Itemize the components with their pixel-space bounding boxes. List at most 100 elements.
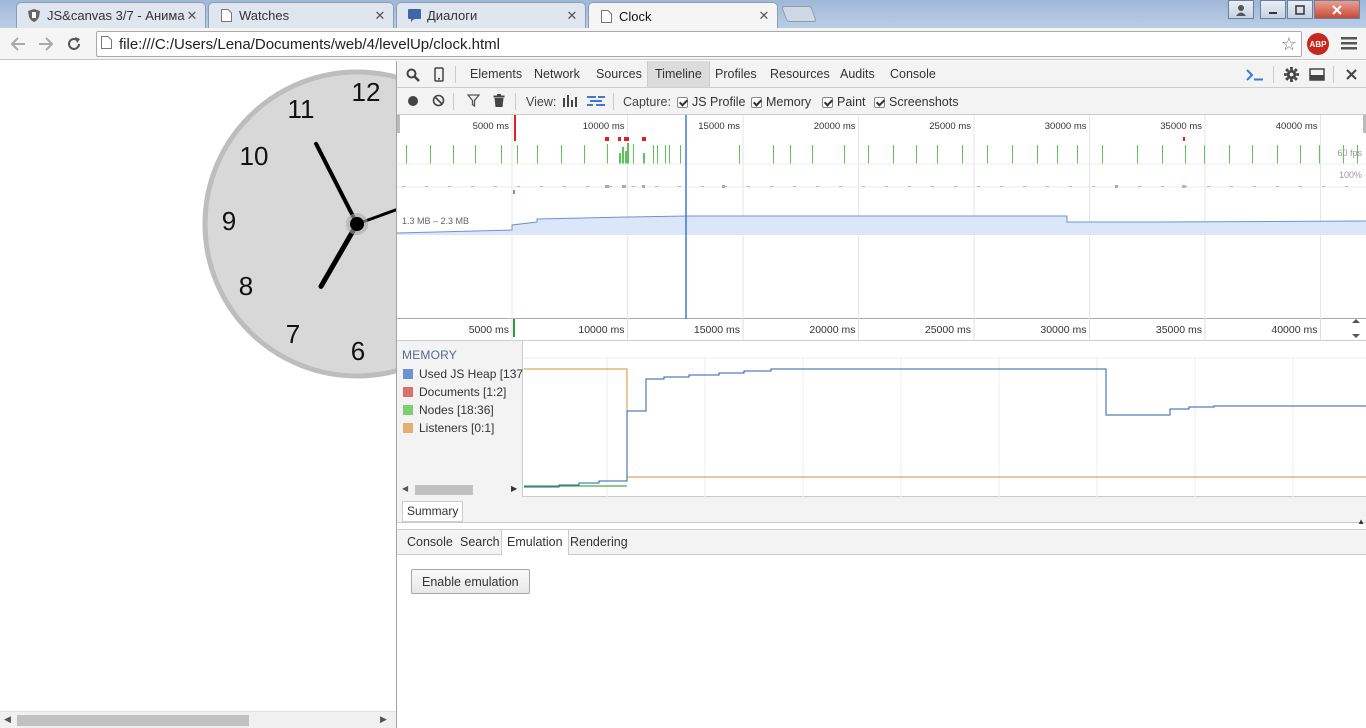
capture-paint-checkbox[interactable]: Paint [822, 95, 866, 109]
show-console-drawer-icon[interactable] [1245, 65, 1265, 84]
page-horizontal-scrollbar[interactable]: ◀ ▶ [0, 711, 396, 728]
color-swatch [403, 369, 413, 379]
counter-documents[interactable]: Documents [1:2] [403, 385, 523, 399]
chat-icon [407, 9, 421, 23]
ruler-scroll-arrows-icon[interactable] [1352, 319, 1360, 338]
tab-elements[interactable]: Elements [463, 61, 529, 87]
listeners-line [524, 368, 1366, 478]
tab-resources[interactable]: Resources [763, 61, 837, 87]
new-tab-button[interactable] [781, 6, 817, 22]
fps-bar [1185, 145, 1186, 164]
drawer-tab-console[interactable]: Console [402, 530, 458, 555]
dock-side-icon[interactable] [1307, 65, 1327, 84]
tab-network[interactable]: Network [527, 61, 587, 87]
browser-tab-dialogs[interactable]: Диалоги ✕ [396, 2, 586, 28]
cpu-tick [540, 186, 543, 187]
cpu-tick [1046, 186, 1049, 187]
scroll-left-arrow-icon[interactable]: ◀ [402, 484, 408, 493]
chrome-menu-icon[interactable] [1340, 35, 1360, 53]
fps-bar [453, 145, 454, 164]
drawer-tab-rendering[interactable]: Rendering [565, 530, 633, 555]
minimize-icon[interactable] [1260, 0, 1286, 19]
record-icon[interactable] [403, 91, 423, 110]
capture-memory-checkbox[interactable]: Memory [751, 95, 811, 109]
devtools-tab-bar: Elements Network Sources Timeline Profil… [397, 61, 1366, 88]
bookmark-star-icon[interactable]: ☆ [1277, 34, 1301, 55]
cpu-tick [1115, 185, 1118, 188]
timeline-overview[interactable]: 5000 ms 10000 ms 15000 ms 20000 ms 25000 ms 3… [397, 115, 1366, 319]
color-swatch [403, 423, 413, 433]
scrollbar-thumb[interactable] [17, 715, 249, 726]
fps-bar [1319, 145, 1320, 164]
bar-chart-view-icon[interactable] [560, 91, 580, 110]
fps-bar [1137, 145, 1138, 164]
flame-chart-view-icon[interactable] [586, 91, 606, 110]
frame-marker [1183, 137, 1185, 141]
close-devtools-icon[interactable] [1341, 65, 1361, 84]
tab-console[interactable]: Console [883, 61, 943, 87]
browser-tab-clock[interactable]: Clock ✕ [588, 2, 778, 29]
address-bar[interactable]: ☆ [96, 31, 1302, 57]
tick-label: 5000 ms [473, 121, 510, 132]
fps-bar [1229, 145, 1230, 164]
fps-bar [537, 145, 538, 164]
url-input[interactable] [119, 35, 1277, 53]
shield-icon [27, 9, 41, 23]
close-tab-icon[interactable]: ✕ [185, 8, 199, 24]
close-window-icon[interactable] [1314, 0, 1360, 19]
reload-icon[interactable] [62, 32, 86, 56]
browser-tab-js-canvas[interactable]: JS&canvas 3/7 - Анимаци ✕ [16, 2, 206, 28]
adblock-plus-icon[interactable]: ABP [1307, 33, 1329, 55]
settings-gear-icon[interactable] [1281, 65, 1301, 84]
fps-bar [653, 145, 654, 164]
trash-icon[interactable] [489, 91, 509, 110]
counter-nodes[interactable]: Nodes [18:36] [403, 403, 523, 417]
capture-js-profile-checkbox[interactable]: JS Profile [677, 95, 746, 109]
inspect-element-icon[interactable] [403, 65, 423, 84]
browser-tab-strip: JS&canvas 3/7 - Анимаци ✕ Watches ✕ Диал… [0, 0, 1366, 29]
cpu-tick [655, 186, 658, 187]
tab-timeline[interactable]: Timeline [647, 61, 710, 87]
close-tab-icon[interactable]: ✕ [373, 8, 387, 24]
counter-used-js-heap[interactable]: Used JS Heap [1371 [403, 367, 523, 381]
close-tab-icon[interactable]: ✕ [757, 8, 771, 24]
tick-label: 25000 ms [929, 121, 971, 132]
browser-tab-watches[interactable]: Watches ✕ [208, 2, 394, 28]
tab-summary[interactable]: Summary [402, 501, 464, 522]
tab-audits[interactable]: Audits [833, 61, 882, 87]
overview-tick-labels: 5000 ms 10000 ms 15000 ms 20000 ms 25000 ms 3… [473, 121, 1318, 132]
capture-screenshots-checkbox[interactable]: Screenshots [874, 95, 958, 109]
memory-legend: MEMORY Used JS Heap [1371 Documents [1:2… [397, 341, 523, 497]
fps-bar [619, 153, 621, 164]
tab-sources[interactable]: Sources [589, 61, 649, 87]
tab-profiles[interactable]: Profiles [708, 61, 764, 87]
close-tab-icon[interactable]: ✕ [565, 8, 579, 24]
filter-icon[interactable] [463, 91, 483, 110]
capture-label: Capture: [623, 95, 671, 109]
scroll-right-arrow-icon[interactable]: ▶ [511, 484, 517, 493]
drawer-tab-search[interactable]: Search [455, 530, 505, 555]
legend-horizontal-scrollbar[interactable]: ◀ ▶ [397, 481, 523, 497]
user-profile-icon[interactable] [1228, 0, 1254, 19]
frame-marker [642, 137, 646, 141]
maximize-icon[interactable] [1287, 0, 1313, 19]
back-icon[interactable] [6, 32, 30, 56]
tick-label: 30000 ms [1045, 121, 1087, 132]
drawer-tab-emulation[interactable]: Emulation [501, 530, 569, 555]
device-mode-icon[interactable] [429, 65, 449, 84]
fps-bar [607, 144, 608, 164]
scroll-right-arrow-icon[interactable]: ▶ [380, 714, 387, 725]
clear-icon[interactable] [428, 91, 448, 110]
scroll-left-arrow-icon[interactable]: ◀ [4, 714, 11, 725]
fps-bar [625, 151, 627, 164]
resize-handle-icon[interactable]: ▲ [1357, 517, 1365, 526]
fps-bar [1162, 145, 1163, 164]
cpu-tick [1138, 186, 1141, 187]
counter-listeners[interactable]: Listeners [0:1] [403, 421, 523, 435]
cpu-tick [1182, 185, 1186, 188]
overview-left-handle[interactable] [397, 115, 400, 133]
enable-emulation-button[interactable]: Enable emulation [411, 569, 530, 594]
scrollbar-thumb[interactable] [415, 485, 473, 495]
forward-icon[interactable] [34, 32, 58, 56]
tick-label: 5000 ms [469, 324, 509, 336]
